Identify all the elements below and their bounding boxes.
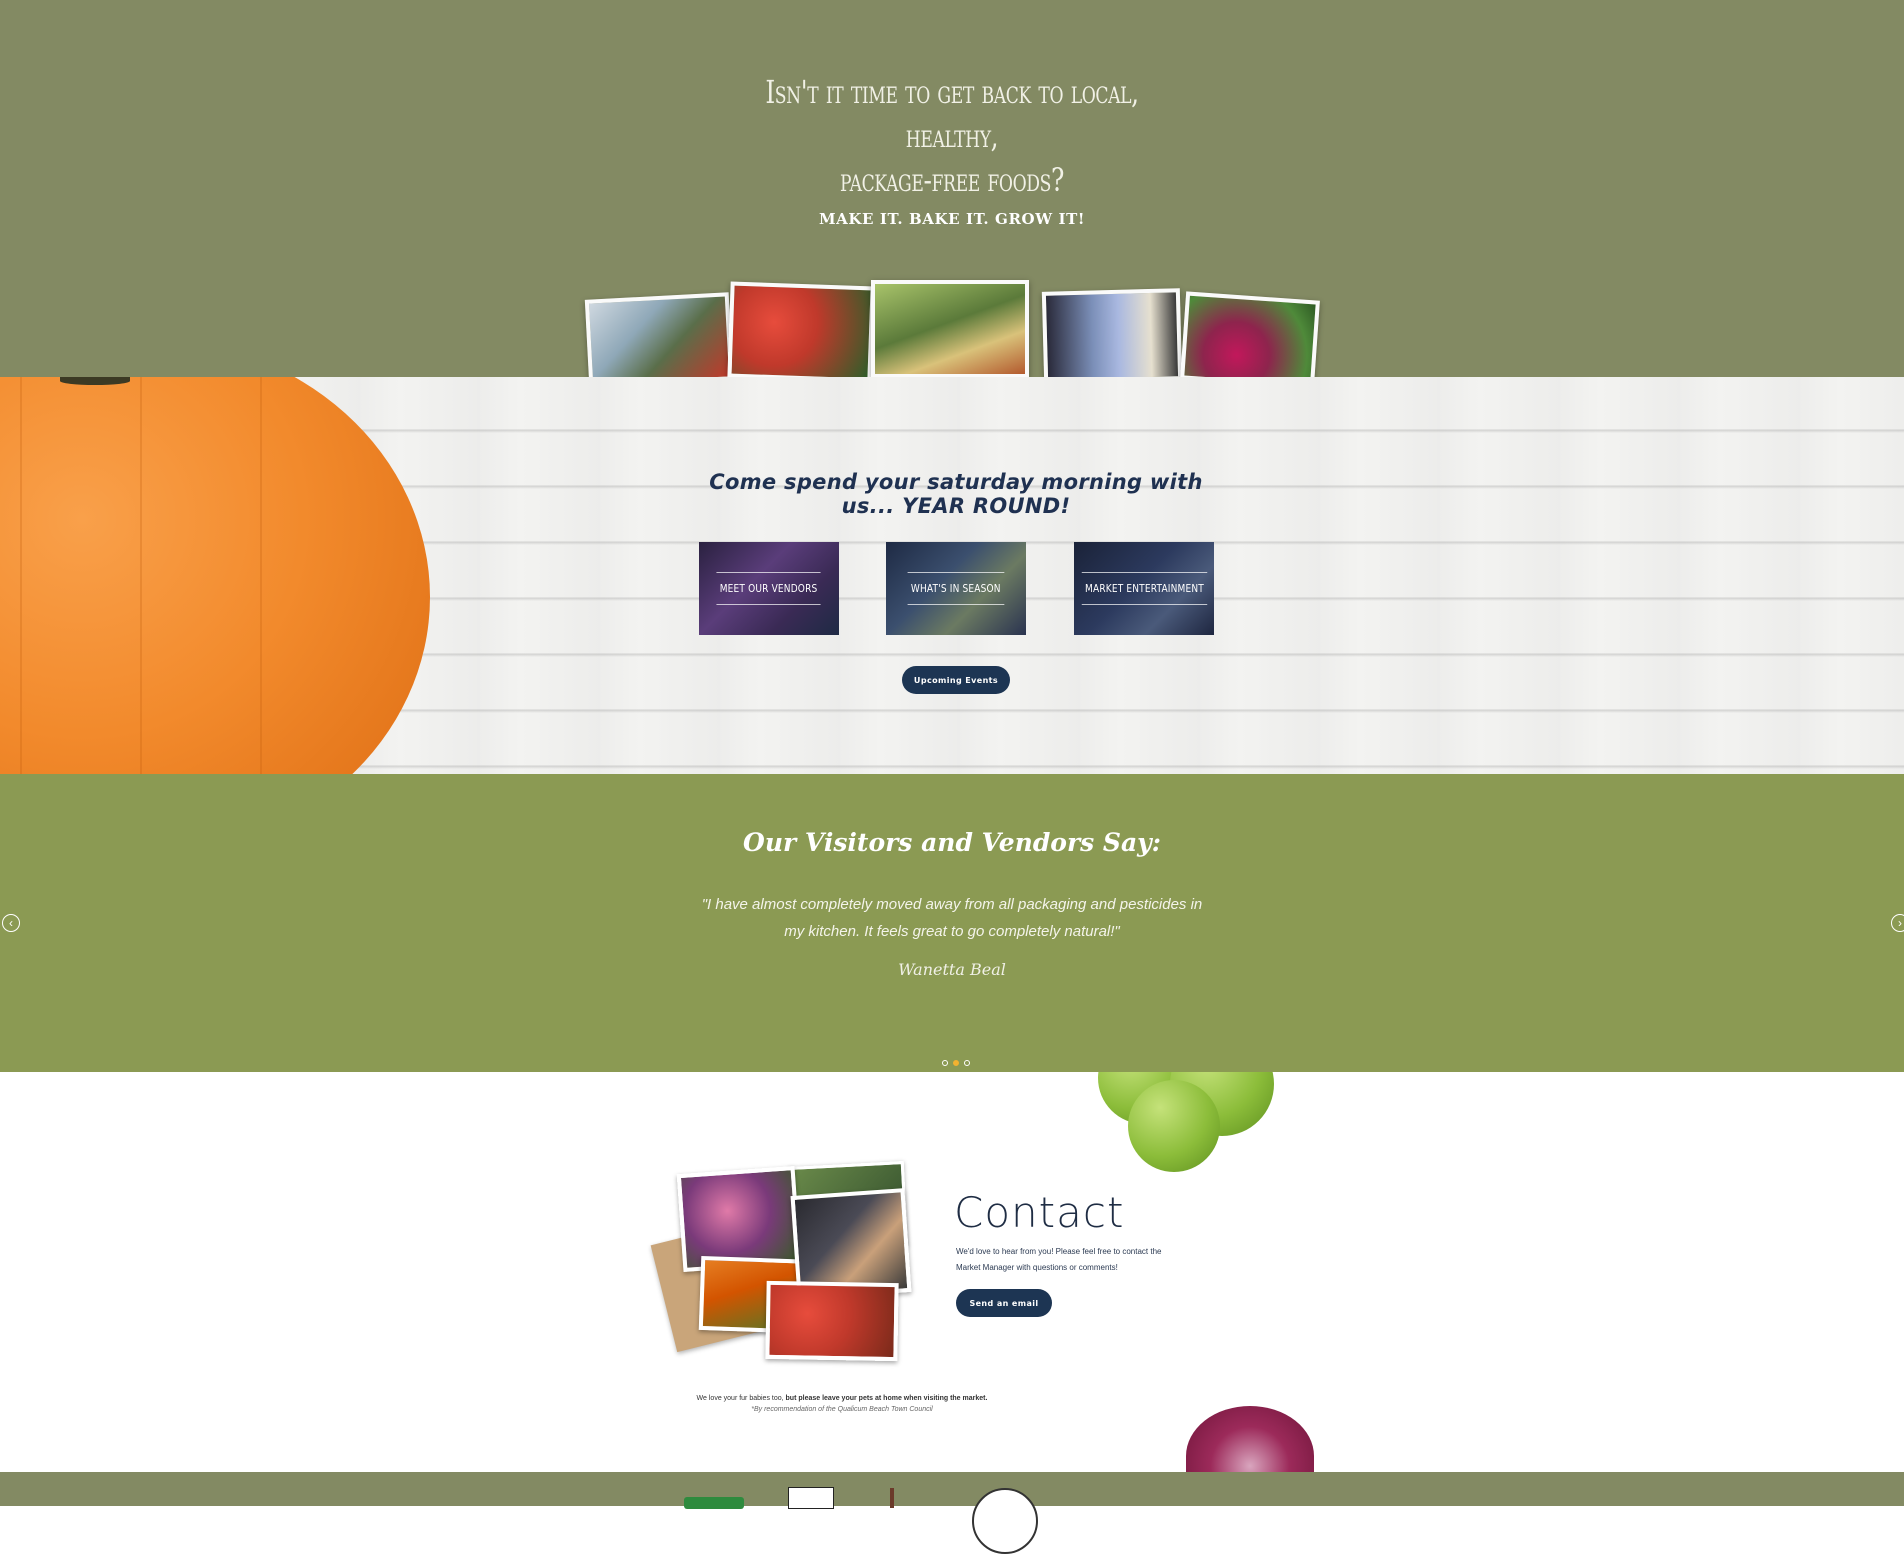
pets-note-footnote: *By recommendation of the Qualicum Beach…: [751, 1406, 933, 1413]
testimonials-heading: Our Visitors and Vendors Say:: [743, 828, 1161, 857]
slider-dot-2-active[interactable]: [953, 1060, 959, 1066]
hero-title: Isn't it time to get back to local, heal…: [718, 70, 1186, 202]
send-email-button[interactable]: Send an email: [956, 1289, 1052, 1317]
market-photo-beets: [1180, 291, 1320, 389]
slider-dot-1[interactable]: [942, 1060, 948, 1066]
contact-title: Contact: [954, 1188, 1125, 1237]
footer-logo-bar: [0, 1472, 1904, 1506]
contact-description: We'd love to hear from you! Please feel …: [956, 1247, 1162, 1272]
pumpkin-stem: [60, 377, 130, 385]
hero-photo-strip: [584, 278, 1320, 389]
market-photo-tomatoes: [727, 281, 875, 383]
tile-whats-in-season[interactable]: What's in Season: [886, 542, 1026, 635]
tile-label: What's in Season: [907, 572, 1005, 605]
hero-title-line1: Isn't it time to get back to local, heal…: [765, 73, 1139, 155]
pets-note: We love your fur babies too, but please …: [600, 1393, 1084, 1415]
hero-title-line2: package-free foods?: [839, 161, 1065, 199]
collage-photo-tomato-baskets: [765, 1280, 899, 1362]
partner-logo-mark[interactable]: [890, 1488, 894, 1508]
chevron-right-icon[interactable]: ›: [1891, 914, 1904, 932]
contact-photo-collage: [650, 1160, 930, 1362]
partner-logo-organic-seal[interactable]: [972, 1488, 1038, 1554]
hero-tagline: MAKE IT. BAKE IT. GROW IT!: [818, 210, 1086, 228]
market-photo-shoppers: [584, 292, 734, 388]
tile-label: Market Entertainment: [1081, 572, 1207, 605]
saturday-heading: Come spend your saturday morning with us…: [709, 470, 1203, 518]
pumpkin-image: [0, 377, 430, 774]
testimonial-quote: "I have almost completely moved away fro…: [701, 896, 1203, 940]
tile-market-entertainment[interactable]: Market Entertainment: [1074, 542, 1214, 635]
slider-dot-3[interactable]: [964, 1060, 970, 1066]
market-photo-jars: [1041, 288, 1183, 384]
testimonial-author: Wanetta Beal: [898, 960, 1006, 979]
pets-note-bold: but please leave your pets at home when …: [785, 1395, 988, 1402]
green-apples-image: [1096, 1072, 1276, 1174]
tile-meet-our-vendors[interactable]: Meet Our Vendors: [699, 542, 839, 635]
partner-logo-green[interactable]: [684, 1497, 744, 1509]
market-photo-stall: [871, 280, 1029, 378]
upcoming-events-button[interactable]: Upcoming Events: [902, 666, 1010, 694]
pets-note-lead: We love your fur babies too,: [696, 1395, 784, 1402]
collage-photo-flowers: [676, 1166, 802, 1272]
chevron-left-icon[interactable]: ‹: [2, 914, 20, 932]
tile-label: Meet Our Vendors: [716, 572, 822, 605]
